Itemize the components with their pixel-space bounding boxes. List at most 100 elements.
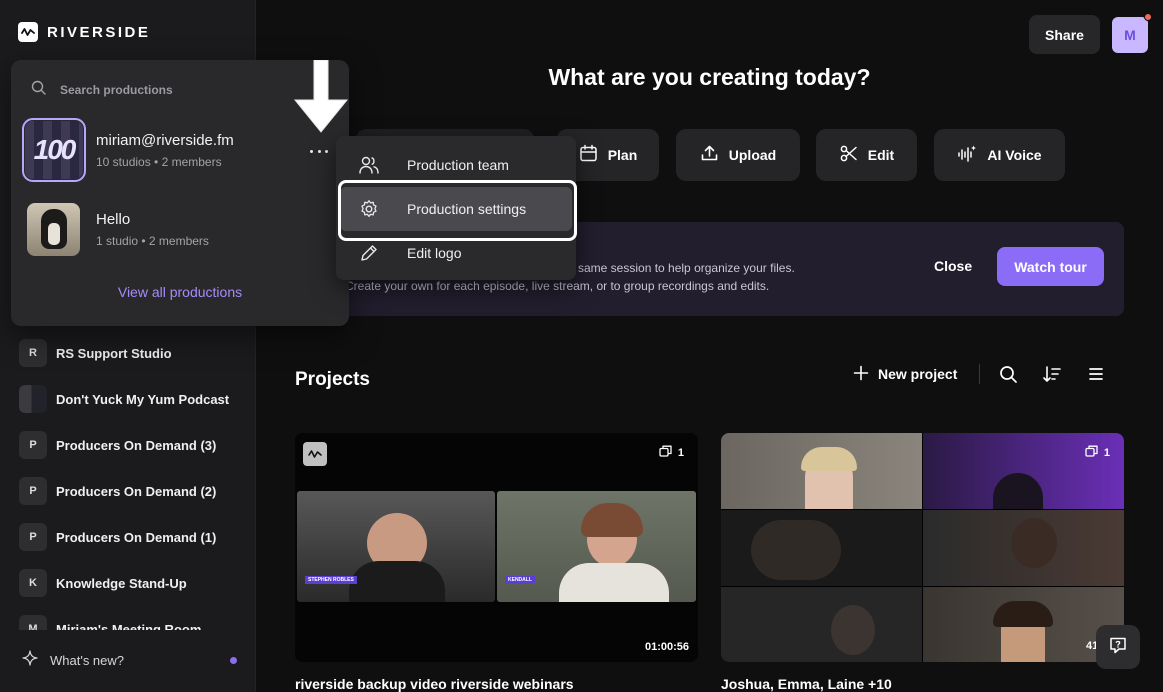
production-name: Hello <box>96 211 131 228</box>
video-feed: KENDALL <box>497 491 696 602</box>
ai-voice-label: AI Voice <box>987 147 1042 163</box>
studio-name: Knowledge Stand-Up <box>56 575 187 591</box>
project-card[interactable]: 1 STEPHEN ROBLES KENDALL 01:00:56 <box>295 433 698 662</box>
projects-heading: Projects <box>295 369 370 390</box>
chat-icon <box>1108 635 1128 660</box>
studio-item[interactable]: M Miriam's Meeting Room <box>0 606 256 630</box>
studio-name: RS Support Studio <box>56 345 172 361</box>
edit-label: Edit <box>867 147 895 163</box>
view-all-productions-link[interactable]: View all productions <box>11 284 349 300</box>
studio-item[interactable]: K Knowledge Stand-Up <box>0 560 256 606</box>
copy-count-value: 1 <box>677 446 684 459</box>
production-item[interactable]: 100 miriam@riverside.fm 10 studios • 2 m… <box>22 118 234 182</box>
project-title[interactable]: Joshua, Emma, Laine +10 <box>721 676 892 692</box>
production-avatar-badge: 100 <box>33 134 77 165</box>
copies-icon <box>1085 445 1098 460</box>
list-view-icon[interactable] <box>1086 364 1106 384</box>
production-item[interactable]: Hello 1 studio • 2 members <box>25 203 209 256</box>
gear-icon <box>359 199 379 219</box>
production-meta: 1 studio • 2 members <box>96 234 209 248</box>
production-search[interactable]: Search productions <box>31 80 173 100</box>
banner-close-button[interactable]: Close <box>934 258 972 274</box>
ai-voice-button[interactable]: AI Voice <box>934 129 1065 181</box>
studio-item[interactable]: P Producers On Demand (3) <box>0 422 256 468</box>
plan-label: Plan <box>607 147 638 163</box>
header-actions: Share M <box>1029 12 1152 54</box>
copy-count-value: 1 <box>1103 446 1110 459</box>
production-context-menu: Production team Production settings Edit… <box>336 136 576 280</box>
whats-new-label: What's new? <box>50 653 125 668</box>
menu-item-label: Production team <box>407 157 509 173</box>
arrow-down-icon <box>293 59 349 139</box>
banner-text-line2: Create your own for each episode, live s… <box>345 279 770 293</box>
upload-button[interactable]: Upload <box>676 129 800 181</box>
studio-list: R RS Support Studio Don't Yuck My Yum Po… <box>0 330 256 630</box>
brand-name: RIVERSIDE <box>47 23 151 41</box>
studio-item[interactable]: Don't Yuck My Yum Podcast <box>0 376 256 422</box>
notification-dot <box>1144 12 1152 21</box>
production-avatar <box>27 203 80 256</box>
unread-dot <box>230 657 237 664</box>
studio-name: Miriam's Meeting Room <box>56 621 202 631</box>
studio-avatar: M <box>19 615 47 630</box>
studio-avatar: R <box>19 339 47 367</box>
calendar-icon <box>579 144 598 166</box>
watch-tour-button[interactable]: Watch tour <box>997 247 1104 286</box>
copy-count: 1 <box>659 445 684 460</box>
upload-icon <box>700 144 719 166</box>
studio-item[interactable]: R RS Support Studio <box>0 330 256 376</box>
studio-name: Don't Yuck My Yum Podcast <box>56 391 230 407</box>
speaker-nametag: KENDALL <box>505 576 535 584</box>
upload-label: Upload <box>728 147 777 163</box>
whats-new-link[interactable]: What's new? <box>22 650 237 671</box>
riverside-logo[interactable]: RIVERSIDE <box>18 22 150 42</box>
project-card[interactable]: 1 41 <box>721 433 1124 662</box>
copy-count: 1 <box>1085 445 1110 460</box>
studio-name: Producers On Demand (1) <box>56 529 217 545</box>
search-productions-input[interactable]: Search productions <box>60 83 173 97</box>
copies-icon <box>659 445 672 460</box>
menu-item-label: Edit logo <box>407 245 462 261</box>
studio-avatar: K <box>19 569 47 597</box>
projects-toolbar: New project <box>853 364 1130 384</box>
sparkle-icon <box>22 650 38 671</box>
studio-name: Producers On Demand (3) <box>56 437 217 453</box>
scissors-icon <box>839 144 858 166</box>
menu-item-production-settings[interactable]: Production settings <box>340 187 572 231</box>
toolbar-divider <box>979 364 981 384</box>
menu-item-production-team[interactable]: Production team <box>336 143 576 187</box>
speaker-nametag: STEPHEN ROBLES <box>305 576 357 584</box>
banner-text-line1: same session to help organize your files… <box>578 261 795 275</box>
more-options-icon[interactable] <box>310 144 328 158</box>
menu-item-label: Production settings <box>407 201 527 217</box>
video-thumbnail <box>721 587 922 662</box>
search-icon[interactable] <box>998 364 1018 384</box>
studio-thumbnail <box>19 385 47 413</box>
ai-voice-icon <box>957 144 977 167</box>
video-thumbnail <box>923 510 1124 586</box>
search-icon <box>31 80 46 100</box>
edit-button[interactable]: Edit <box>816 129 917 181</box>
studio-item[interactable]: P Producers On Demand (2) <box>0 468 256 514</box>
video-thumbnail <box>721 510 922 586</box>
help-chat-button[interactable] <box>1096 625 1140 669</box>
share-button[interactable]: Share <box>1029 15 1100 54</box>
video-feed: STEPHEN ROBLES <box>297 491 495 602</box>
production-name: miriam@riverside.fm <box>96 131 234 149</box>
studio-avatar: P <box>19 523 47 551</box>
video-duration: 01:00:56 <box>644 641 689 653</box>
live-badge-icon <box>303 442 327 466</box>
production-meta: 10 studios • 2 members <box>96 154 222 169</box>
project-title[interactable]: riverside backup video riverside webinar… <box>295 676 574 692</box>
sort-icon[interactable] <box>1042 364 1062 384</box>
riverside-logo-icon <box>18 22 38 42</box>
page-title: What are you creating today? <box>548 64 871 90</box>
video-thumbnail <box>721 433 922 509</box>
menu-item-edit-logo[interactable]: Edit logo <box>336 231 576 275</box>
plus-icon <box>853 365 869 384</box>
users-icon <box>359 155 379 175</box>
user-avatar[interactable]: M <box>1112 12 1152 53</box>
new-project-button[interactable]: New project <box>853 365 957 384</box>
studio-item[interactable]: P Producers On Demand (1) <box>0 514 256 560</box>
studio-avatar: P <box>19 477 47 505</box>
